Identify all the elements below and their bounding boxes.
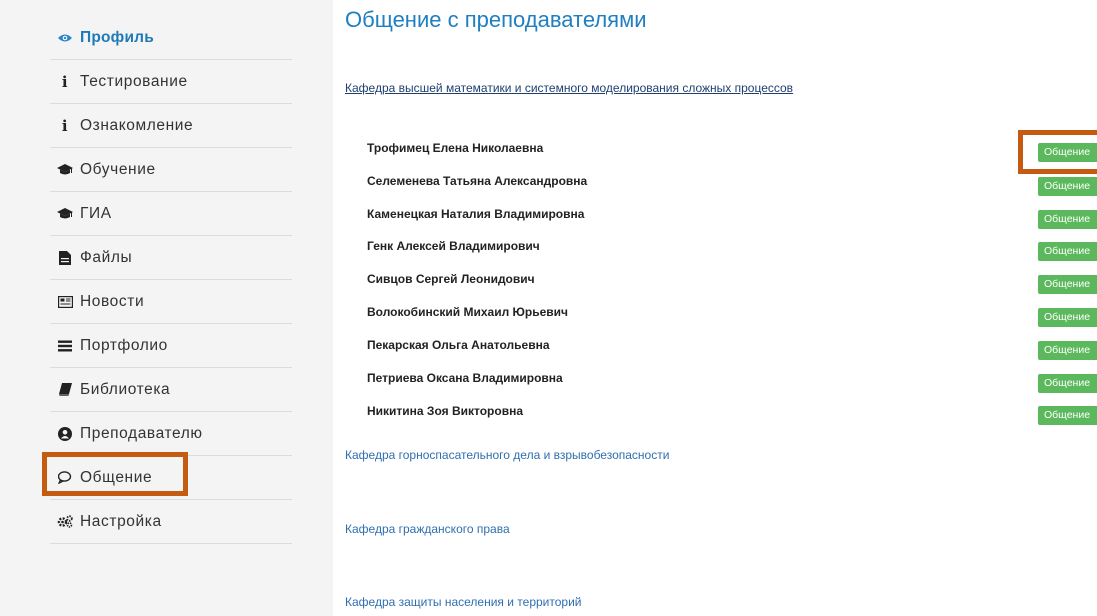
sidebar-item-label: Портфолио (80, 336, 168, 354)
teacher-name: Волокобинский Михаил Юрьевич (367, 305, 569, 319)
department-link[interactable]: Кафедра горноспасательного дела и взрыво… (345, 448, 669, 462)
sidebar-item-label: Обучение (80, 160, 156, 178)
sidebar-item-profile[interactable]: Профиль (50, 16, 292, 60)
info-icon: i (61, 72, 69, 91)
chat-button[interactable]: Общение (1038, 143, 1097, 162)
graduation-cap-icon (57, 207, 73, 220)
department-link[interactable]: Кафедра защиты населения и территорий (345, 595, 582, 609)
sidebar-item-portfolio[interactable]: Портфолио (50, 324, 292, 368)
teacher-name: Трофимец Елена Николаевна (367, 141, 544, 155)
teacher-name: Селеменева Татьяна Александровна (367, 174, 588, 188)
sidebar-item-for-teacher[interactable]: Преподавателю (50, 412, 292, 456)
chat-button[interactable]: Общение (1038, 210, 1097, 229)
chat-button[interactable]: Общение (1038, 341, 1097, 360)
sidebar-item-label: Профиль (80, 28, 154, 46)
sidebar-item-label: Новости (80, 292, 145, 310)
info-icon: i (61, 116, 69, 135)
eye-icon (57, 33, 73, 43)
sidebar-item-education[interactable]: Обучение (50, 148, 292, 192)
newspaper-icon (57, 295, 73, 308)
chat-button[interactable]: Общение (1038, 242, 1097, 261)
sidebar-item-familiarization[interactable]: i Ознакомление (50, 104, 292, 148)
sidebar-menu: Профиль i Тестирование i Ознакомление Об… (50, 16, 292, 544)
page-title: Общение с преподавателями (345, 7, 647, 32)
chat-button[interactable]: Общение (1038, 374, 1097, 393)
sidebar-item-label: Ознакомление (80, 116, 194, 134)
sidebar-item-files[interactable]: Файлы (50, 236, 292, 280)
teacher-name: Петриева Оксана Владимировна (367, 371, 563, 385)
chat-button[interactable]: Общение (1038, 275, 1097, 294)
teacher-name: Каменецкая Наталия Владимировна (367, 207, 585, 221)
gears-icon (57, 515, 73, 528)
sidebar-item-label: Файлы (80, 248, 133, 266)
sidebar-item-label: Общение (80, 468, 153, 486)
teacher-name: Сивцов Сергей Леонидович (367, 272, 535, 286)
chat-button[interactable]: Общение (1038, 308, 1097, 327)
teacher-name: Генк Алексей Владимирович (367, 239, 540, 253)
sidebar-item-communication[interactable]: Общение (50, 456, 292, 500)
teacher-name: Никитина Зоя Викторовна (367, 404, 524, 418)
file-icon (57, 250, 73, 265)
sidebar-item-label: ГИА (80, 204, 112, 222)
sidebar-item-news[interactable]: Новости (50, 280, 292, 324)
sidebar: Профиль i Тестирование i Ознакомление Об… (0, 0, 333, 616)
sidebar-item-library[interactable]: Библиотека (50, 368, 292, 412)
sidebar-item-testing[interactable]: i Тестирование (50, 60, 292, 104)
sidebar-item-label: Тестирование (80, 72, 188, 90)
book-icon (57, 383, 73, 396)
graduation-cap-icon (57, 163, 73, 176)
sidebar-item-gia[interactable]: ГИА (50, 192, 292, 236)
sidebar-item-settings[interactable]: Настройка (50, 500, 292, 544)
teacher-name: Пекарская Ольга Анатольевна (367, 338, 550, 352)
sidebar-item-label: Библиотека (80, 380, 171, 398)
user-circle-icon (57, 426, 73, 441)
sidebar-item-label: Преподавателю (80, 424, 203, 442)
list-icon (57, 340, 73, 352)
chat-button[interactable]: Общение (1038, 177, 1097, 196)
department-link[interactable]: Кафедра высшей математики и системного м… (345, 81, 793, 95)
sidebar-item-label: Настройка (80, 512, 162, 530)
comments-icon (57, 471, 73, 484)
chat-button[interactable]: Общение (1038, 406, 1097, 425)
department-link[interactable]: Кафедра гражданского права (345, 522, 510, 536)
